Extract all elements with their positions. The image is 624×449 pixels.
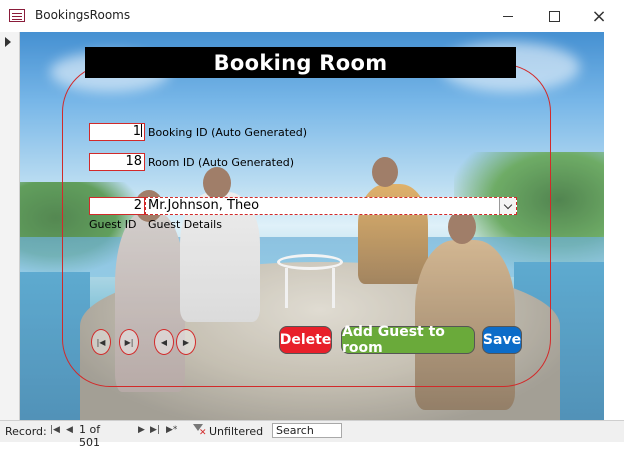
- guest-details-value: Mr.Johnson, Theo: [148, 198, 260, 213]
- maximize-button[interactable]: [531, 0, 577, 32]
- booking-id-label: Booking ID (Auto Generated): [148, 126, 308, 139]
- current-record-arrow-icon: [5, 37, 11, 47]
- last-record-button[interactable]: ▶|: [119, 329, 139, 355]
- chevron-down-icon: [503, 200, 513, 209]
- room-id-field[interactable]: 18: [89, 153, 145, 171]
- first-record-nav-button[interactable]: |◀: [50, 425, 60, 435]
- add-guest-to-room-button[interactable]: Add Guest to room: [341, 324, 475, 356]
- new-record-nav-button[interactable]: ▶*: [166, 425, 177, 435]
- first-record-button[interactable]: |◀: [91, 329, 111, 355]
- guest-id-field[interactable]: 2: [89, 197, 145, 215]
- window-edge: [604, 32, 624, 420]
- guest-details-combobox[interactable]: Mr.Johnson, Theo: [145, 197, 517, 215]
- last-record-icon: ▶|: [124, 337, 134, 347]
- maximize-icon: [548, 10, 560, 22]
- guest-details-label: Guest Details: [148, 218, 222, 231]
- close-button[interactable]: ×: [576, 0, 622, 32]
- booking-id-value: 1: [132, 124, 141, 139]
- last-record-nav-button[interactable]: ▶|: [150, 425, 160, 435]
- room-id-label: Room ID (Auto Generated): [148, 156, 295, 169]
- search-input[interactable]: Search: [272, 423, 342, 438]
- previous-record-button[interactable]: ◀: [154, 329, 174, 355]
- guest-details-dropdown-button[interactable]: [499, 198, 516, 214]
- text-caret: [141, 124, 142, 137]
- next-record-button[interactable]: ▶: [176, 329, 196, 355]
- filter-off-icon: ✕: [199, 428, 207, 438]
- form-icon: [9, 9, 25, 22]
- previous-record-icon: ◀: [160, 337, 168, 347]
- previous-record-nav-button[interactable]: ◀: [66, 425, 73, 435]
- window-title: BookingsRooms: [35, 8, 131, 22]
- record-selector[interactable]: [0, 32, 20, 420]
- guest-id-label: Guest ID: [89, 218, 137, 231]
- delete-button[interactable]: Delete: [279, 326, 332, 354]
- form-title: Booking Room: [213, 50, 388, 75]
- minimize-button[interactable]: [485, 0, 531, 32]
- title-bar: BookingsRooms ×: [0, 0, 624, 33]
- save-button[interactable]: Save: [482, 326, 522, 354]
- filter-status[interactable]: Unfiltered: [209, 425, 263, 438]
- form-title-box: Booking Room: [85, 47, 516, 78]
- minimize-icon: [503, 15, 513, 17]
- next-record-nav-button[interactable]: ▶: [138, 425, 145, 435]
- record-label: Record:: [5, 425, 47, 438]
- close-icon: ×: [591, 5, 607, 27]
- current-record-input[interactable]: 1 of 501: [76, 423, 124, 449]
- next-record-icon: ▶: [182, 337, 190, 347]
- booking-id-field[interactable]: 1: [89, 123, 145, 141]
- form-detail-section: Booking Room 1 Booking ID (Auto Generate…: [20, 32, 604, 420]
- first-record-icon: |◀: [96, 337, 106, 347]
- record-navigation-bar: Record: |◀ ◀ 1 of 501 ▶ ▶| ▶* ✕ Unfilter…: [0, 420, 624, 449]
